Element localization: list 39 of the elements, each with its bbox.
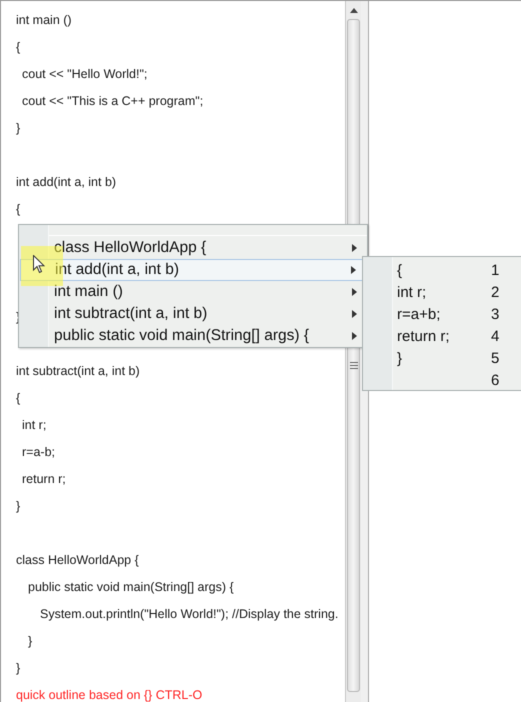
submenu-code[interactable]: int r; <box>397 284 491 300</box>
line-number: 1 <box>491 262 500 278</box>
code-line: System.out.println("Hello World!"); //Display the string. <box>40 606 338 620</box>
code-line: int subtract(int a, int b) <box>16 364 140 378</box>
code-line: } <box>16 120 20 134</box>
submenu-arrow-icon <box>352 310 357 318</box>
submenu-code[interactable]: { <box>397 262 491 278</box>
code-line: } <box>16 660 20 674</box>
code-line: cout << "Hello World!"; <box>22 66 148 80</box>
submenu-code[interactable]: r=a+b; <box>397 306 491 322</box>
line-number: 4 <box>491 328 500 344</box>
code-line: { <box>16 390 20 404</box>
outline-item[interactable]: class HelloWorldApp { <box>20 237 367 259</box>
code-line: cout << "This is a C++ program"; <box>22 94 204 108</box>
pointer-icon <box>33 255 45 274</box>
code-line: } <box>28 634 32 648</box>
grip-icon <box>350 362 358 369</box>
line-number: 6 <box>491 372 500 388</box>
line-number: 5 <box>491 350 500 366</box>
code-line: { <box>16 40 20 54</box>
code-line: } <box>16 498 20 512</box>
code-line: return r; <box>22 472 66 486</box>
code-line: r=a-b; <box>22 444 56 458</box>
submenu-arrow-icon <box>352 244 357 252</box>
code-line: public static void main(String[] args) { <box>28 580 234 594</box>
submenu-code[interactable]: return r; <box>397 328 491 344</box>
code-line: int r; <box>22 418 46 432</box>
line-number: 3 <box>491 306 500 322</box>
submenu-code[interactable]: } <box>397 350 491 366</box>
code-line: int main () <box>16 12 72 26</box>
scroll-up-icon[interactable] <box>350 8 358 13</box>
line-number: 2 <box>491 284 500 300</box>
submenu-arrow-icon <box>351 266 356 274</box>
submenu-arrow-icon <box>352 332 357 340</box>
code-line: int add(int a, int b) <box>16 174 116 188</box>
code-line: class HelloWorldApp { <box>16 552 139 566</box>
submenu-arrow-icon <box>352 288 357 296</box>
code-line: { <box>16 202 20 216</box>
hint-text: quick outline based on {} CTRL-O <box>16 688 202 702</box>
